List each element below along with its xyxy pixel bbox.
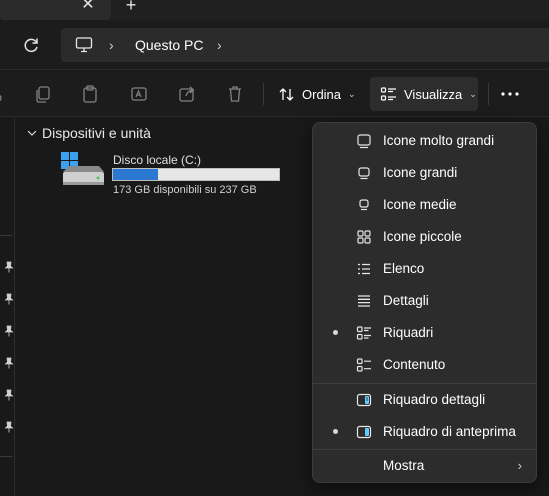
menu-item-label: Icone piccole [383, 229, 462, 244]
pin-icon[interactable] [3, 293, 15, 305]
group-header-devices[interactable]: Dispositivi e unità [27, 125, 151, 141]
view-button[interactable]: Visualizza ⌄ [370, 77, 478, 111]
large-icons-icon [358, 167, 370, 180]
tiles-icon [356, 326, 371, 340]
menu-divider [313, 383, 536, 384]
chevron-down-icon [27, 130, 37, 136]
view-label: Visualizza [404, 86, 463, 102]
pin-icon[interactable] [3, 357, 15, 369]
menu-item-show[interactable]: Mostra › [317, 451, 532, 481]
new-tab-button[interactable]: + [121, 0, 141, 16]
preview-pane-icon [356, 425, 372, 439]
menu-item-details-pane[interactable]: Riquadro dettagli [317, 385, 532, 415]
menu-item-label: Riquadro dettagli [383, 392, 486, 407]
drive-icon[interactable] [61, 152, 105, 188]
menu-item-label: Mostra [383, 458, 425, 473]
toolbar-divider [263, 83, 264, 105]
menu-item-label: Icone molto grandi [383, 133, 495, 148]
computer-icon [75, 36, 93, 54]
command-bar: Ordina ⌄ Visualizza ⌄ [0, 71, 549, 117]
toolbar-divider [488, 83, 489, 105]
menu-item-details[interactable]: Dettagli [317, 286, 532, 316]
small-icons-icon [357, 230, 371, 244]
copy-icon[interactable] [33, 84, 53, 104]
menu-item-extra-large-icons[interactable]: Icone molto grandi [317, 126, 532, 156]
nav-divider [0, 456, 12, 457]
drive-usage-bar [112, 168, 280, 181]
menu-item-content[interactable]: Contenuto [317, 350, 532, 380]
menu-item-list[interactable]: Elenco [317, 254, 532, 284]
more-icon [501, 92, 519, 96]
pin-icon[interactable] [3, 421, 15, 433]
menu-item-preview-pane[interactable]: Riquadro di anteprima [317, 417, 532, 447]
menu-item-label: Dettagli [383, 293, 429, 308]
list-icon [358, 263, 370, 275]
menu-divider [313, 449, 536, 450]
chevron-right-icon: › [517, 458, 522, 473]
sort-icon [279, 87, 294, 101]
sort-label: Ordina [302, 86, 342, 102]
cut-icon[interactable] [0, 84, 12, 104]
more-options-button[interactable] [498, 84, 522, 104]
pin-icon[interactable] [3, 261, 15, 273]
selected-bullet [333, 429, 338, 434]
menu-item-label: Contenuto [383, 357, 446, 372]
details-icon [358, 295, 370, 307]
drive-space-text: 173 GB disponibili su 237 GB [113, 184, 257, 196]
address-bar[interactable]: › Questo PC › [61, 28, 549, 62]
details-pane-icon [356, 393, 372, 407]
chevron-right-icon[interactable]: › [217, 37, 222, 53]
chevron-down-icon: ⌄ [469, 88, 477, 99]
active-tab[interactable]: ✕ [0, 0, 111, 20]
delete-icon[interactable] [225, 84, 245, 104]
menu-item-medium-icons[interactable]: Icone medie [317, 190, 532, 220]
extra-large-icons-icon [357, 134, 371, 149]
pin-icon[interactable] [3, 389, 15, 401]
group-title: Dispositivi e unità [42, 125, 151, 141]
nav-divider [0, 235, 12, 236]
menu-item-label: Icone medie [383, 197, 457, 212]
breadcrumb-this-pc[interactable]: Questo PC [135, 37, 203, 53]
content-icon [356, 358, 371, 372]
menu-item-small-icons[interactable]: Icone piccole [317, 222, 532, 252]
paste-icon[interactable] [80, 84, 100, 104]
refresh-icon [24, 38, 38, 53]
menu-item-label: Icone grandi [383, 165, 458, 180]
menu-item-large-icons[interactable]: Icone grandi [317, 158, 532, 188]
pin-icon[interactable] [3, 325, 15, 337]
sort-button[interactable]: Ordina ⌄ [272, 77, 360, 111]
chevron-right-icon[interactable]: › [109, 37, 114, 53]
share-icon[interactable] [177, 84, 197, 104]
medium-icons-icon [359, 199, 369, 211]
chevron-down-icon: ⌄ [348, 88, 356, 99]
menu-item-label: Riquadri [383, 325, 434, 340]
drive-usage-fill [113, 169, 158, 180]
drive-name[interactable]: Disco locale (C:) [113, 153, 201, 167]
rename-icon[interactable] [129, 84, 149, 104]
menu-item-label: Riquadro di anteprima [383, 424, 516, 439]
view-menu: Icone molto grandi Icone grandi Icone me… [312, 122, 537, 483]
menu-item-label: Elenco [383, 261, 425, 276]
navigation-bar: › Questo PC › [0, 20, 549, 70]
navigation-pane [0, 118, 15, 496]
selected-bullet [333, 330, 338, 335]
tab-strip: ✕ + [0, 0, 549, 20]
close-tab-button[interactable]: ✕ [78, 0, 98, 17]
view-icon [380, 86, 396, 101]
menu-item-tiles[interactable]: Riquadri [317, 318, 532, 348]
refresh-button[interactable] [20, 34, 42, 56]
